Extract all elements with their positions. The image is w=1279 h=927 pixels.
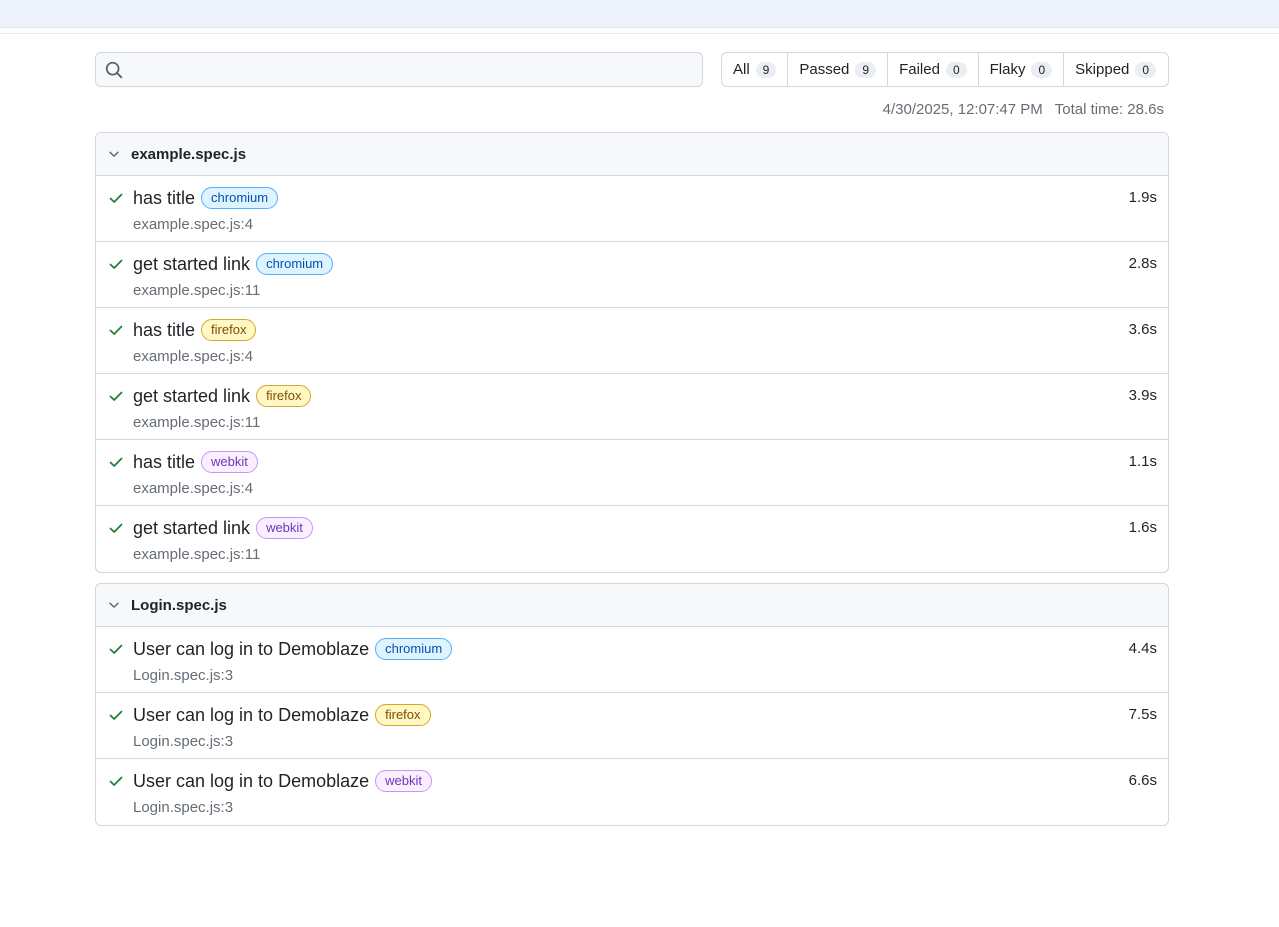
test-title: get started link: [133, 385, 251, 406]
test-row[interactable]: has title webkit example.spec.js:4 1.1s: [96, 440, 1168, 506]
filter-label: Passed: [799, 61, 850, 78]
check-icon: [109, 523, 123, 533]
test-title-line: User can log in to Demoblaze webkit: [133, 770, 432, 792]
status-filters: All 9 Passed 9 Failed 0 Flaky 0 Skipped 0: [721, 52, 1169, 87]
test-file-section: Login.spec.js User can log in to Demoblaz…: [95, 583, 1169, 826]
test-duration: 3.9s: [1128, 387, 1157, 404]
test-title: has title: [133, 451, 196, 472]
file-header[interactable]: example.spec.js: [96, 133, 1168, 176]
project-badge[interactable]: webkit: [256, 517, 313, 539]
test-title-line: has title firefox: [133, 319, 257, 341]
test-title: get started link: [133, 517, 251, 538]
test-duration: 6.6s: [1128, 772, 1157, 789]
filter-label: Failed: [899, 61, 940, 78]
check-icon: [109, 710, 123, 720]
test-location: example.spec.js:4: [133, 480, 254, 497]
project-badge[interactable]: webkit: [375, 770, 432, 792]
test-location: Login.spec.js:3: [133, 733, 234, 750]
file-name: Login.spec.js: [131, 596, 227, 614]
project-badge[interactable]: firefox: [256, 385, 312, 407]
test-duration: 4.4s: [1128, 640, 1157, 657]
filter-passed[interactable]: Passed 9: [788, 53, 889, 86]
chevron-down-icon[interactable]: [107, 147, 121, 161]
project-badge[interactable]: firefox: [201, 319, 257, 341]
test-file-section: example.spec.js has title chromium example.…: [95, 132, 1169, 573]
filter-count: 0: [1031, 61, 1053, 78]
check-icon: [109, 193, 123, 203]
test-row[interactable]: has title firefox example.spec.js:4 3.6s: [96, 308, 1168, 374]
test-title: has title: [133, 319, 196, 340]
test-title-line: get started link firefox: [133, 385, 312, 407]
test-row[interactable]: User can log in to Demoblaze webkit Login.…: [96, 759, 1168, 825]
project-badge[interactable]: chromium: [375, 638, 453, 660]
filter-skipped[interactable]: Skipped 0: [1064, 53, 1167, 86]
filter-count: 0: [945, 61, 967, 78]
top-bar: [0, 0, 1279, 28]
test-duration: 7.5s: [1128, 706, 1157, 723]
test-title: has title: [133, 187, 196, 208]
filter-count: 0: [1135, 61, 1157, 78]
test-location: example.spec.js:4: [133, 348, 254, 365]
test-location: example.spec.js:11: [133, 546, 261, 563]
file-name: example.spec.js: [131, 145, 247, 163]
check-icon: [109, 325, 123, 335]
test-title-line: get started link chromium: [133, 253, 334, 275]
filter-label: Flaky: [989, 61, 1026, 78]
filter-flaky[interactable]: Flaky 0: [979, 53, 1065, 86]
test-location: Login.spec.js:3: [133, 799, 234, 816]
test-row[interactable]: User can log in to Demoblaze chromium Logi…: [96, 627, 1168, 693]
test-row[interactable]: User can log in to Demoblaze firefox Login…: [96, 693, 1168, 759]
test-location: example.spec.js:11: [133, 414, 261, 431]
report-timestamp: 4/30/2025, 12:07:47 PM: [882, 101, 1043, 118]
test-title: User can log in to Demoblaze: [133, 638, 370, 659]
total-time: Total time: 28.6s: [1054, 101, 1164, 118]
test-title-line: User can log in to Demoblaze firefox: [133, 704, 431, 726]
report-meta: 4/30/2025, 12:07:47 PM Total time: 28.6s: [883, 101, 1164, 118]
project-badge[interactable]: firefox: [375, 704, 431, 726]
test-title-line: get started link webkit: [133, 517, 313, 539]
test-location: Login.spec.js:3: [133, 667, 234, 684]
check-icon: [109, 644, 123, 654]
test-duration: 3.6s: [1128, 321, 1157, 338]
filter-failed[interactable]: Failed 0: [888, 53, 979, 86]
test-row[interactable]: has title chromium example.spec.js:4 1.9s: [96, 176, 1168, 242]
check-icon: [109, 259, 123, 269]
divider: [0, 33, 1279, 34]
search-icon: [105, 61, 123, 78]
test-duration: 1.1s: [1128, 453, 1157, 470]
test-location: example.spec.js:11: [133, 282, 261, 299]
test-row[interactable]: get started link webkit example.spec.js:11…: [96, 506, 1168, 572]
filter-all[interactable]: All 9: [722, 53, 789, 86]
project-badge[interactable]: webkit: [201, 451, 258, 473]
test-duration: 1.6s: [1128, 519, 1157, 536]
search-input[interactable]: [123, 53, 702, 86]
test-duration: 2.8s: [1128, 255, 1157, 272]
filter-label: Skipped: [1075, 61, 1130, 78]
filter-label: All: [733, 61, 750, 78]
search-box[interactable]: [95, 52, 703, 87]
filter-count: 9: [855, 61, 877, 78]
test-row[interactable]: get started link chromium example.spec.js:…: [96, 242, 1168, 308]
test-location: example.spec.js:4: [133, 216, 254, 233]
check-icon: [109, 391, 123, 401]
project-badge[interactable]: chromium: [201, 187, 279, 209]
test-title-line: has title webkit: [133, 451, 258, 473]
check-icon: [109, 457, 123, 467]
test-duration: 1.9s: [1128, 189, 1157, 206]
test-title-line: User can log in to Demoblaze chromium: [133, 638, 453, 660]
test-title-line: has title chromium: [133, 187, 279, 209]
test-title: User can log in to Demoblaze: [133, 770, 370, 791]
test-title: User can log in to Demoblaze: [133, 704, 370, 725]
test-row[interactable]: get started link firefox example.spec.js:1…: [96, 374, 1168, 440]
chevron-down-icon[interactable]: [107, 598, 121, 612]
project-badge[interactable]: chromium: [256, 253, 334, 275]
check-icon: [109, 776, 123, 786]
file-header[interactable]: Login.spec.js: [96, 584, 1168, 627]
filter-count: 9: [755, 61, 777, 78]
test-title: get started link: [133, 253, 251, 274]
